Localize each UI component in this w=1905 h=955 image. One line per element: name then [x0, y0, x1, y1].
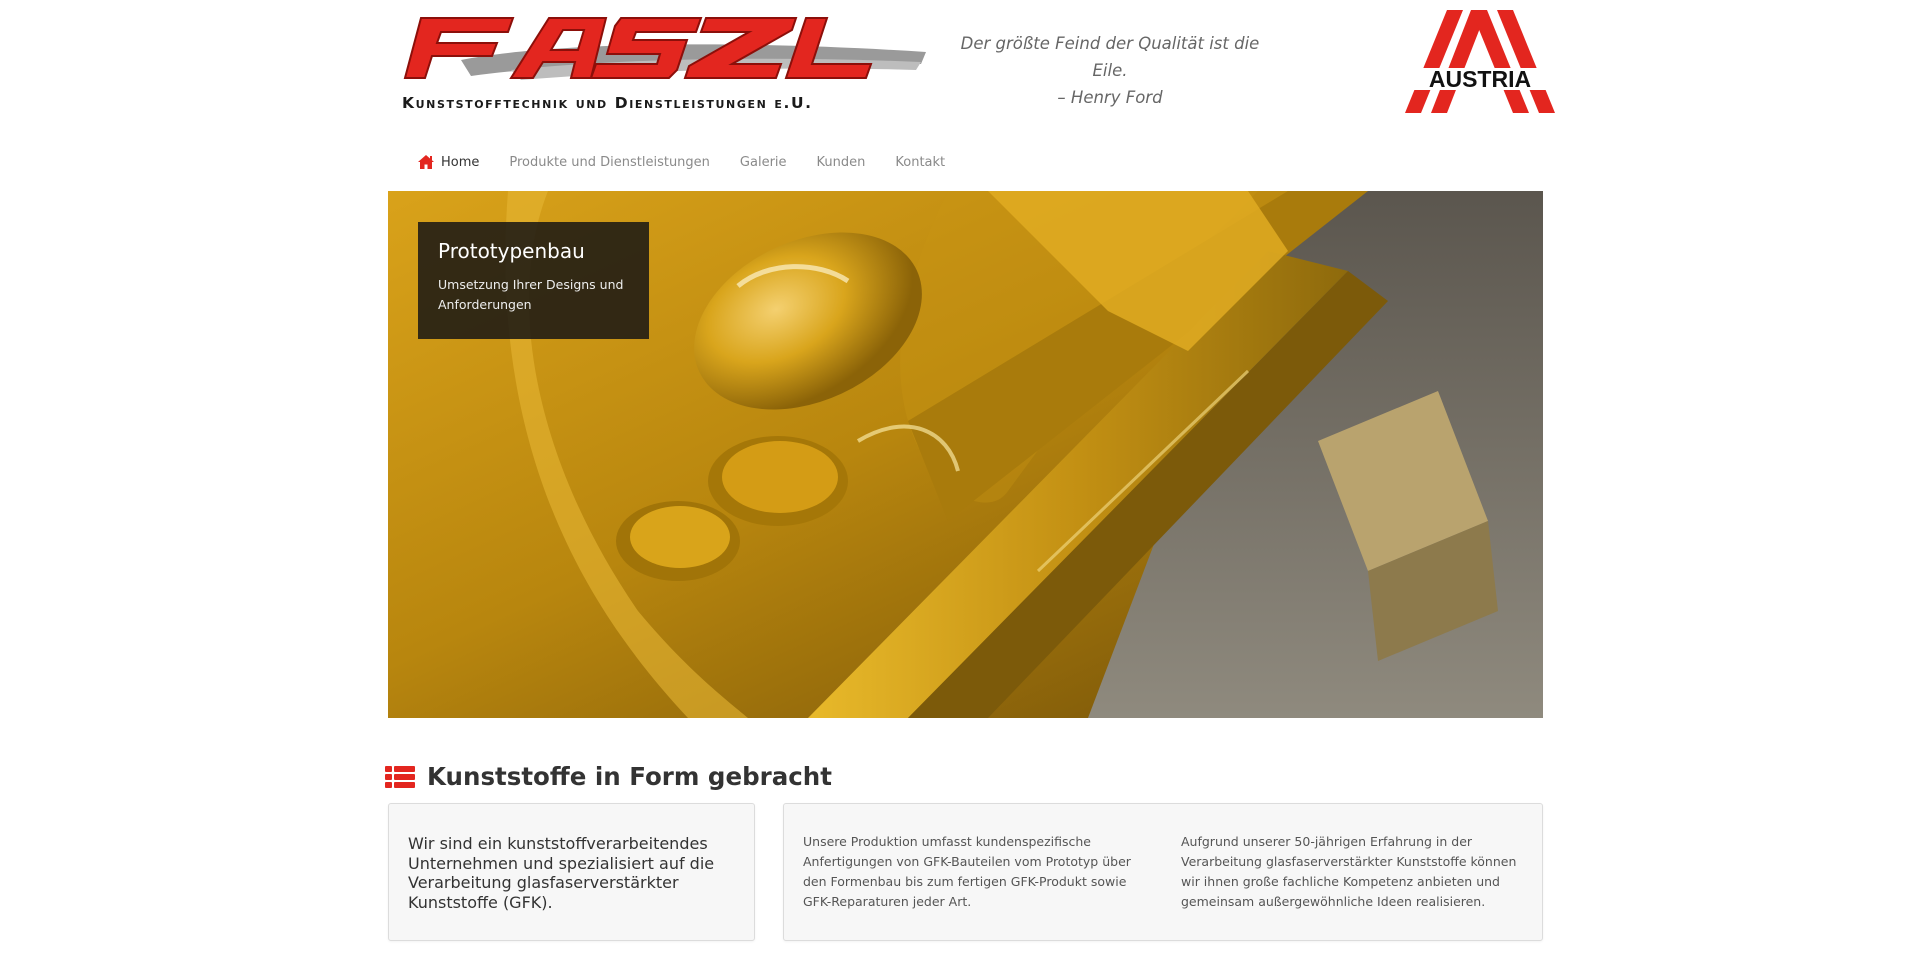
quote-text: Der größte Feind der Qualität ist die Ei…: [960, 34, 1260, 80]
details-col-production: Unsere Produktion umfasst kundenspezifis…: [803, 834, 1131, 909]
header-quote: Der größte Feind der Qualität ist die Ei…: [945, 30, 1275, 111]
logo-subtitle: Kunststofftechnik und Dienstleistungen e…: [402, 94, 813, 112]
site-header: Kunststofftechnik und Dienstleistungen e…: [385, 0, 1555, 135]
page-container: Kunststofftechnik und Dienstleistungen e…: [385, 0, 1555, 941]
austria-label: AUSTRIA: [1429, 66, 1531, 92]
faszl-logo-wordmark: [403, 17, 926, 80]
hero-caption: Prototypenbau Umsetzung Ihrer Designs un…: [418, 222, 649, 339]
details-col-experience: Aufgrund unserer 50-jährigen Erfahrung i…: [1181, 834, 1517, 909]
nav-label-home: Home: [441, 154, 480, 170]
austria-logo: AUSTRIA: [1405, 10, 1555, 113]
hero-caption-text: Umsetzung Ihrer Designs und Anforderunge…: [438, 277, 624, 312]
quote-author: – Henry Ford: [1057, 88, 1163, 107]
hero-caption-title: Prototypenbau: [438, 239, 585, 263]
home-icon: [418, 155, 434, 169]
section-heading: Kunststoffe in Form gebracht: [385, 762, 832, 791]
intro-text: Wir sind ein kunststoffverarbeitendes Un…: [408, 834, 715, 912]
main-nav: Home Produkte und Dienstleistungen Galer…: [385, 146, 960, 178]
nav-item-galerie[interactable]: Galerie: [725, 146, 802, 178]
details-card: Unsere Produktion umfasst kundenspezifis…: [783, 803, 1543, 941]
intro-card: Wir sind ein kunststoffverarbeitendes Un…: [388, 803, 755, 941]
hero-slider[interactable]: Prototypenbau Umsetzung Ihrer Designs un…: [388, 191, 1543, 718]
nav-item-produkte[interactable]: Produkte und Dienstleistungen: [494, 146, 725, 178]
list-icon: [385, 765, 415, 788]
company-logo[interactable]: Kunststofftechnik und Dienstleistungen e…: [401, 12, 931, 112]
section-title: Kunststoffe in Form gebracht: [427, 762, 832, 791]
nav-item-home[interactable]: Home: [385, 146, 494, 178]
nav-item-kunden[interactable]: Kunden: [802, 146, 881, 178]
nav-item-kontakt[interactable]: Kontakt: [880, 146, 960, 178]
